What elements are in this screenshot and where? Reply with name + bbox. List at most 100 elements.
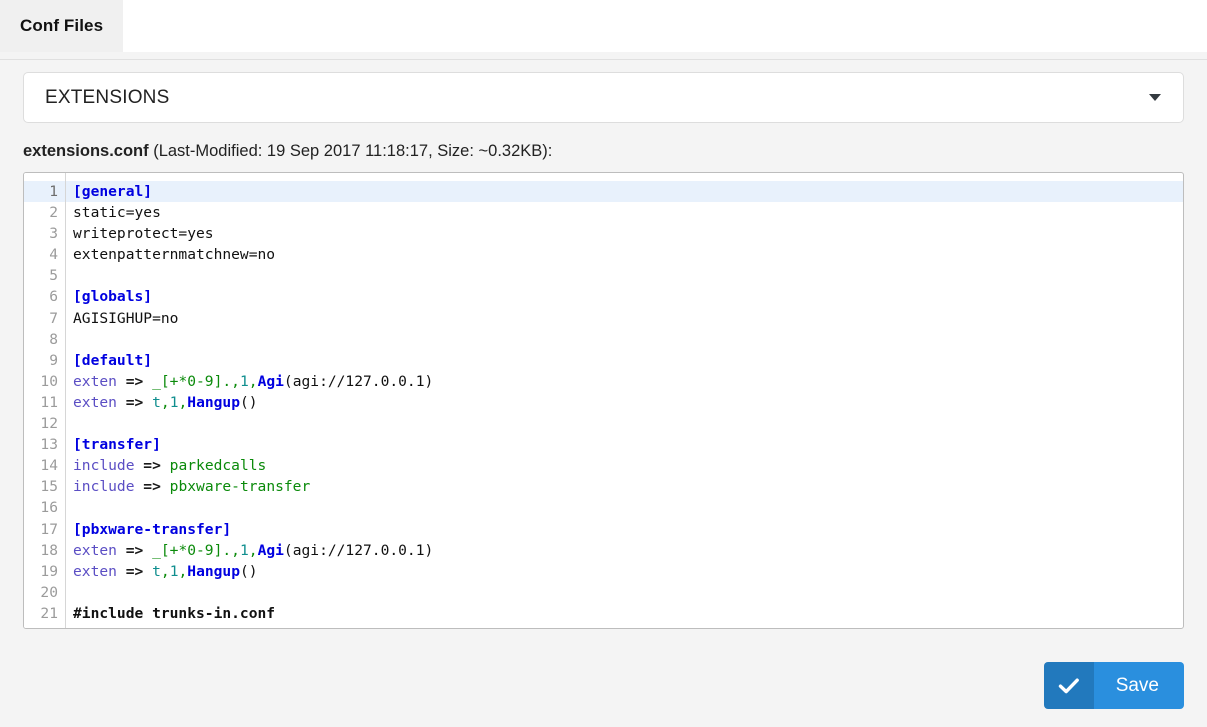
form-footer: Save <box>23 662 1184 709</box>
line-number: 16 <box>40 499 58 517</box>
code-token: extenpatternmatchnew=no <box>73 246 276 264</box>
code-line[interactable]: [pbxware-transfer] <box>73 519 1183 540</box>
line-number: 9 <box>49 351 58 369</box>
code-line[interactable]: AGISIGHUP=no <box>73 308 1183 329</box>
code-line[interactable]: exten => _[+*0-9].,1,Agi(agi://127.0.0.1… <box>73 540 1183 561</box>
code-token: #include trunks-in.conf <box>73 604 276 622</box>
tab-bar-divider <box>0 52 1207 60</box>
line-number: 13 <box>40 436 58 454</box>
code-token: Agi <box>257 372 284 390</box>
line-number: 20 <box>40 583 58 601</box>
code-line[interactable] <box>73 413 1183 434</box>
code-line[interactable]: exten => t,1,Hangup() <box>73 561 1183 582</box>
line-number: 19 <box>40 562 58 580</box>
line-number: 7 <box>49 309 58 327</box>
line-number: 2 <box>49 204 58 222</box>
code-line[interactable] <box>73 497 1183 518</box>
line-number: 4 <box>49 246 58 264</box>
code-line[interactable]: writeprotect=yes <box>73 223 1183 244</box>
code-token: t <box>152 562 161 580</box>
line-number: 15 <box>40 478 58 496</box>
code-editor[interactable]: 1 2 3 4 5 6 7 8 9 10 11 12 13 14 15 16 17 18 19 20 21 [gener… <box>23 172 1184 629</box>
code-token: exten <box>73 541 126 559</box>
code-line[interactable]: [default] <box>73 350 1183 371</box>
code-token: include <box>73 457 144 475</box>
code-token: include <box>73 478 144 496</box>
save-button[interactable]: Save <box>1043 662 1184 709</box>
line-number: 6 <box>49 288 58 306</box>
code-line[interactable]: exten => t,1,Hangup() <box>73 392 1183 413</box>
code-token: , <box>160 562 170 580</box>
file-info: extensions.conf (Last-Modified: 19 Sep 2… <box>23 142 1184 161</box>
code-token: () <box>240 562 258 580</box>
code-line[interactable]: #include trunks-in.conf <box>73 603 1183 624</box>
code-line[interactable]: exten => _[+*0-9].,1,Agi(agi://127.0.0.1… <box>73 371 1183 392</box>
check-icon <box>1043 662 1094 709</box>
code-token: parkedcalls <box>169 457 267 475</box>
line-number: 8 <box>49 330 58 348</box>
line-number: 18 <box>40 541 58 559</box>
line-number: 21 <box>40 604 58 622</box>
code-token: => <box>125 372 144 390</box>
code-line[interactable]: include => parkedcalls <box>73 455 1183 476</box>
code-line[interactable]: include => pbxware-transfer <box>73 476 1183 497</box>
code-token: [default] <box>73 351 153 369</box>
code-token: Agi <box>257 541 284 559</box>
file-meta: (Last-Modified: 19 Sep 2017 11:18:17, Si… <box>148 142 553 160</box>
code-line[interactable]: [general] <box>66 181 1183 203</box>
code-token: _[+*0-9]., <box>152 541 240 559</box>
code-token: (agi://127.0.0.1) <box>283 372 434 390</box>
code-token: 1 <box>239 541 249 559</box>
code-token: [globals] <box>73 288 153 306</box>
code-token: pbxware-transfer <box>169 478 311 496</box>
code-line[interactable] <box>73 329 1183 350</box>
code-token: 1 <box>239 372 249 390</box>
code-token: => <box>125 562 144 580</box>
code-line[interactable]: static=yes <box>73 202 1183 223</box>
line-number: 5 <box>49 267 58 285</box>
tab-label: Conf Files <box>20 16 104 35</box>
code-token: [transfer] <box>73 436 161 454</box>
code-token: AGISIGHUP=no <box>73 309 179 327</box>
code-content[interactable]: [general] static=yes writeprotect=yes exten… <box>66 173 1183 628</box>
chevron-down-icon[interactable] <box>1149 94 1161 101</box>
code-token: => <box>125 541 144 559</box>
code-token: , <box>248 372 258 390</box>
line-number: 14 <box>40 457 58 475</box>
code-line[interactable]: [globals] <box>73 286 1183 307</box>
code-token: static=yes <box>73 204 161 222</box>
code-token: , <box>178 562 188 580</box>
conf-file-select-value: EXTENSIONS <box>45 86 170 108</box>
line-number: 12 <box>40 415 58 433</box>
code-token: () <box>240 393 258 411</box>
code-token: => <box>143 457 161 475</box>
code-line[interactable]: extenpatternmatchnew=no <box>73 244 1183 265</box>
code-line[interactable]: [transfer] <box>73 434 1183 455</box>
code-token: exten <box>73 562 126 580</box>
code-line[interactable] <box>73 582 1183 603</box>
conf-file-select[interactable]: EXTENSIONS <box>23 72 1184 123</box>
line-number-gutter: 1 2 3 4 5 6 7 8 9 10 11 12 13 14 15 16 17 18 19 20 21 <box>24 173 66 628</box>
code-token: exten <box>73 393 126 411</box>
tab-bar: Conf Files <box>0 0 1207 52</box>
code-token: => <box>125 393 144 411</box>
code-token: Hangup <box>187 562 240 580</box>
code-token: , <box>178 393 188 411</box>
code-token: t <box>152 393 161 411</box>
tab-bar-filler <box>123 0 1207 52</box>
code-line[interactable] <box>73 265 1183 286</box>
tab-conf-files[interactable]: Conf Files <box>0 0 124 52</box>
code-token: [general] <box>73 183 153 200</box>
page-content: EXTENSIONS extensions.conf (Last-Modifie… <box>0 72 1207 727</box>
code-token: , <box>160 393 170 411</box>
code-token: , <box>248 541 258 559</box>
code-token: exten <box>73 372 126 390</box>
line-number: 17 <box>40 520 58 538</box>
file-name: extensions.conf <box>23 142 149 160</box>
